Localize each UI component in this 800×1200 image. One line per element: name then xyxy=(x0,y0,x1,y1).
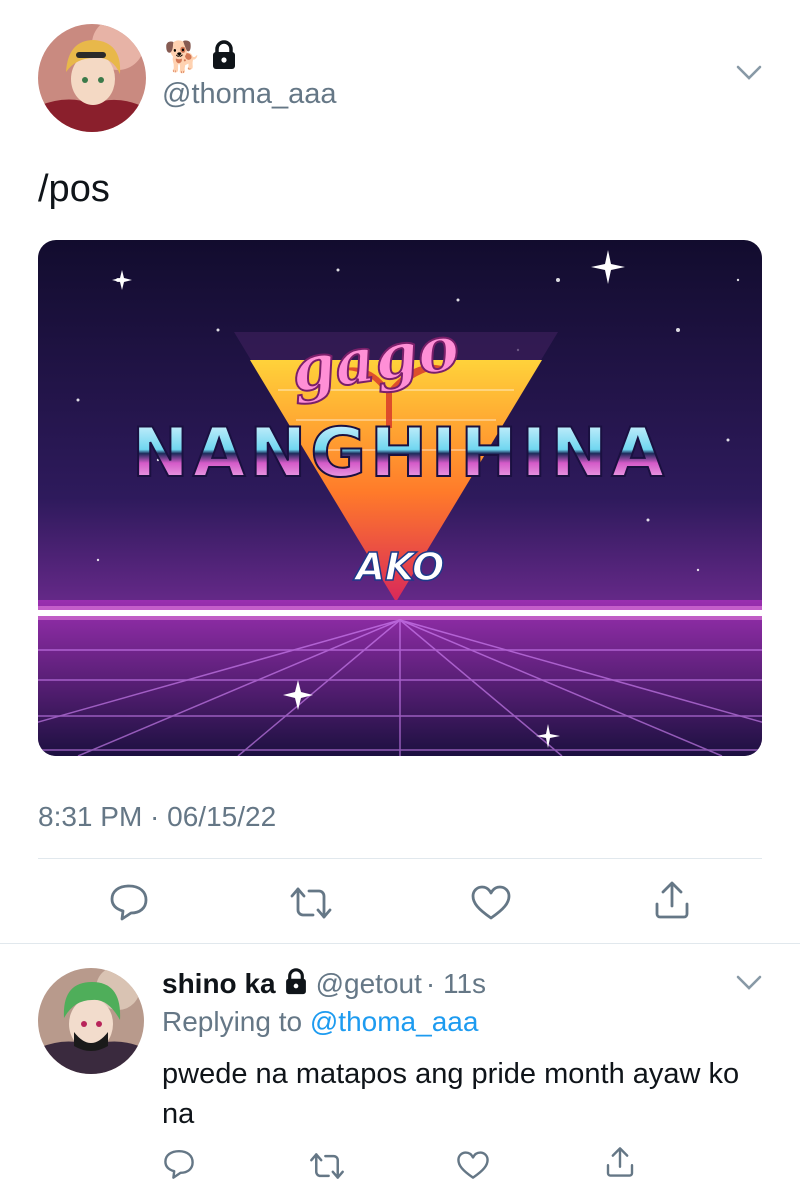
tweet-text: /pos xyxy=(38,168,110,210)
emoji-badges: 🐕 xyxy=(164,38,237,76)
retweet-button[interactable] xyxy=(308,1150,346,1182)
reply-button[interactable] xyxy=(108,882,150,922)
divider xyxy=(38,858,762,859)
tweet-image[interactable]: gago NANGHIHINA AKO xyxy=(38,240,762,756)
like-button[interactable] xyxy=(470,884,512,922)
reply-author-handle[interactable]: @getout xyxy=(316,968,422,1000)
reply-time: · 11s xyxy=(425,968,487,999)
replying-to: Replying to @thoma_aaa xyxy=(162,1006,478,1038)
replying-to-label: Replying to xyxy=(162,1006,303,1037)
reply-text: pwede na matapos ang pride month ayaw ko… xyxy=(162,1058,740,1130)
image-bottom-text: AKO xyxy=(353,545,445,589)
replying-to-handle[interactable]: @thoma_aaa xyxy=(310,1006,479,1037)
image-headline-text: NANGHIHINA xyxy=(132,414,668,493)
avatar[interactable] xyxy=(38,24,146,132)
tweet-timestamp[interactable]: 8:31 PM · 06/15/22 xyxy=(38,801,276,833)
chevron-down-icon[interactable] xyxy=(736,64,762,87)
reply-author-name[interactable]: shino ka xyxy=(162,968,276,1000)
reply-button[interactable] xyxy=(162,1148,196,1180)
reply-header: shino ka @getout · 11s xyxy=(162,964,486,1004)
chevron-down-icon[interactable] xyxy=(736,974,762,997)
lock-icon xyxy=(211,39,237,75)
like-button[interactable] xyxy=(456,1150,490,1181)
section-divider xyxy=(0,943,800,944)
dog-emoji: 🐕 xyxy=(164,40,202,74)
author-handle[interactable]: @thoma_aaa xyxy=(162,78,337,111)
lock-icon xyxy=(284,968,308,1000)
retweet-button[interactable] xyxy=(288,884,334,922)
reply-avatar[interactable] xyxy=(38,968,144,1074)
share-button[interactable] xyxy=(604,1146,636,1178)
share-button[interactable] xyxy=(652,880,692,920)
